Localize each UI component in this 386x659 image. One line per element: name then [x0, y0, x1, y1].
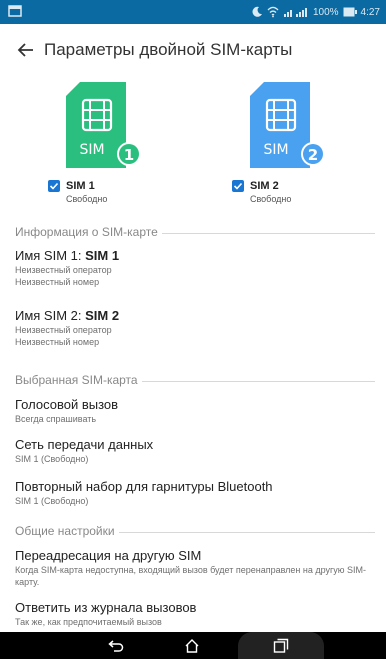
section-header-selected-sim: Выбранная SIM-карта	[15, 373, 375, 387]
home-icon	[185, 639, 199, 653]
section-title: Выбранная SIM-карта	[15, 373, 138, 387]
sim2-operator: Неизвестный оператор	[15, 325, 112, 335]
sim1-status: Свободно	[66, 194, 108, 204]
page-title: Параметры двойной SIM-карты	[44, 40, 293, 59]
svg-text:2: 2	[308, 146, 318, 164]
setting-subtitle: Так же, как предпочитаемый вызов	[15, 617, 162, 627]
sim2-card-icon[interactable]: SIM 2	[250, 82, 324, 168]
reply-from-call-log-setting[interactable]: Ответить из журнала вызовов Так же, как …	[15, 600, 375, 628]
sim2-name: SIM 2	[250, 180, 279, 192]
sim2-name-prefix: Имя SIM 2:	[15, 308, 86, 323]
setting-title: Голосовой вызов	[15, 397, 119, 412]
sim1-toggle[interactable]: SIM 1 Свободно	[48, 180, 107, 204]
recent-apps-icon	[273, 638, 289, 653]
section-header-sim-info: Информация о SIM-карте	[15, 225, 375, 239]
setting-title: Сеть передачи данных	[15, 437, 154, 452]
setting-subtitle: Всегда спрашивать	[15, 414, 97, 424]
nav-home-button[interactable]	[172, 635, 212, 657]
sim1-name-prefix: Имя SIM 1:	[15, 248, 86, 263]
data-network-setting[interactable]: Сеть передачи данных SIM 1 (Свободно)	[15, 437, 375, 465]
clock: 4:27	[360, 6, 380, 18]
battery-percent: 100%	[312, 6, 339, 18]
bluetooth-redial-setting[interactable]: Повторный набор для гарнитуры Bluetooth …	[15, 479, 375, 507]
svg-text:SIM: SIM	[263, 142, 288, 158]
sim-cards-panel: SIM 1 SIM 2 SIM 1 Свободно SIM 2 Свободн…	[0, 82, 386, 210]
sim1-name: SIM 1	[66, 180, 95, 192]
setting-title: Повторный набор для гарнитуры Bluetooth	[15, 479, 273, 494]
app-bar: Параметры двойной SIM-карты	[0, 24, 386, 76]
sim2-name-setting[interactable]: Имя SIM 2: SIM 2 Неизвестный оператор Не…	[15, 308, 375, 348]
sim1-operator: Неизвестный оператор	[15, 265, 112, 275]
wifi-icon	[267, 6, 279, 18]
checkbox-checked-icon[interactable]	[48, 180, 60, 192]
sim2-number: Неизвестный номер	[15, 337, 100, 347]
svg-text:1: 1	[124, 146, 134, 164]
setting-title: Ответить из журнала вызовов	[15, 600, 197, 615]
setting-subtitle: SIM 1 (Свободно)	[15, 454, 89, 464]
call-icon	[252, 6, 262, 17]
back-arrow-icon	[17, 43, 33, 57]
navigation-bar	[0, 632, 386, 659]
battery-icon	[343, 7, 357, 17]
nav-back-button[interactable]	[96, 635, 136, 657]
notification-icon	[8, 5, 22, 17]
checkbox-checked-icon[interactable]	[232, 180, 244, 192]
section-title: Информация о SIM-карте	[15, 225, 158, 239]
sim2-name-value: SIM 2	[85, 308, 120, 323]
forward-to-other-sim-setting[interactable]: Переадресация на другую SIM Когда SIM-ка…	[15, 548, 375, 588]
sim2-toggle[interactable]: SIM 2 Свободно	[232, 180, 291, 204]
status-bar: 100% 4:27	[0, 0, 386, 24]
section-title: Общие настройки	[15, 524, 115, 538]
svg-text:SIM: SIM	[79, 142, 104, 158]
nav-back-icon	[108, 640, 124, 652]
setting-title: Переадресация на другую SIM	[15, 548, 202, 563]
back-button[interactable]	[12, 36, 40, 64]
nav-recent-button[interactable]	[261, 635, 301, 657]
setting-subtitle: Когда SIM-карта недоступна, входящий выз…	[15, 565, 367, 587]
sim1-name-value: SIM 1	[85, 248, 120, 263]
sim1-card-icon[interactable]: SIM 1	[66, 82, 140, 168]
setting-subtitle: SIM 1 (Свободно)	[15, 496, 89, 506]
sim1-name-setting[interactable]: Имя SIM 1: SIM 1 Неизвестный оператор Не…	[15, 248, 375, 288]
section-header-general: Общие настройки	[15, 524, 375, 538]
sim1-number: Неизвестный номер	[15, 277, 100, 287]
voice-call-setting[interactable]: Голосовой вызов Всегда спрашивать	[15, 397, 375, 425]
signal-icon	[283, 8, 307, 17]
sim2-status: Свободно	[250, 194, 292, 204]
